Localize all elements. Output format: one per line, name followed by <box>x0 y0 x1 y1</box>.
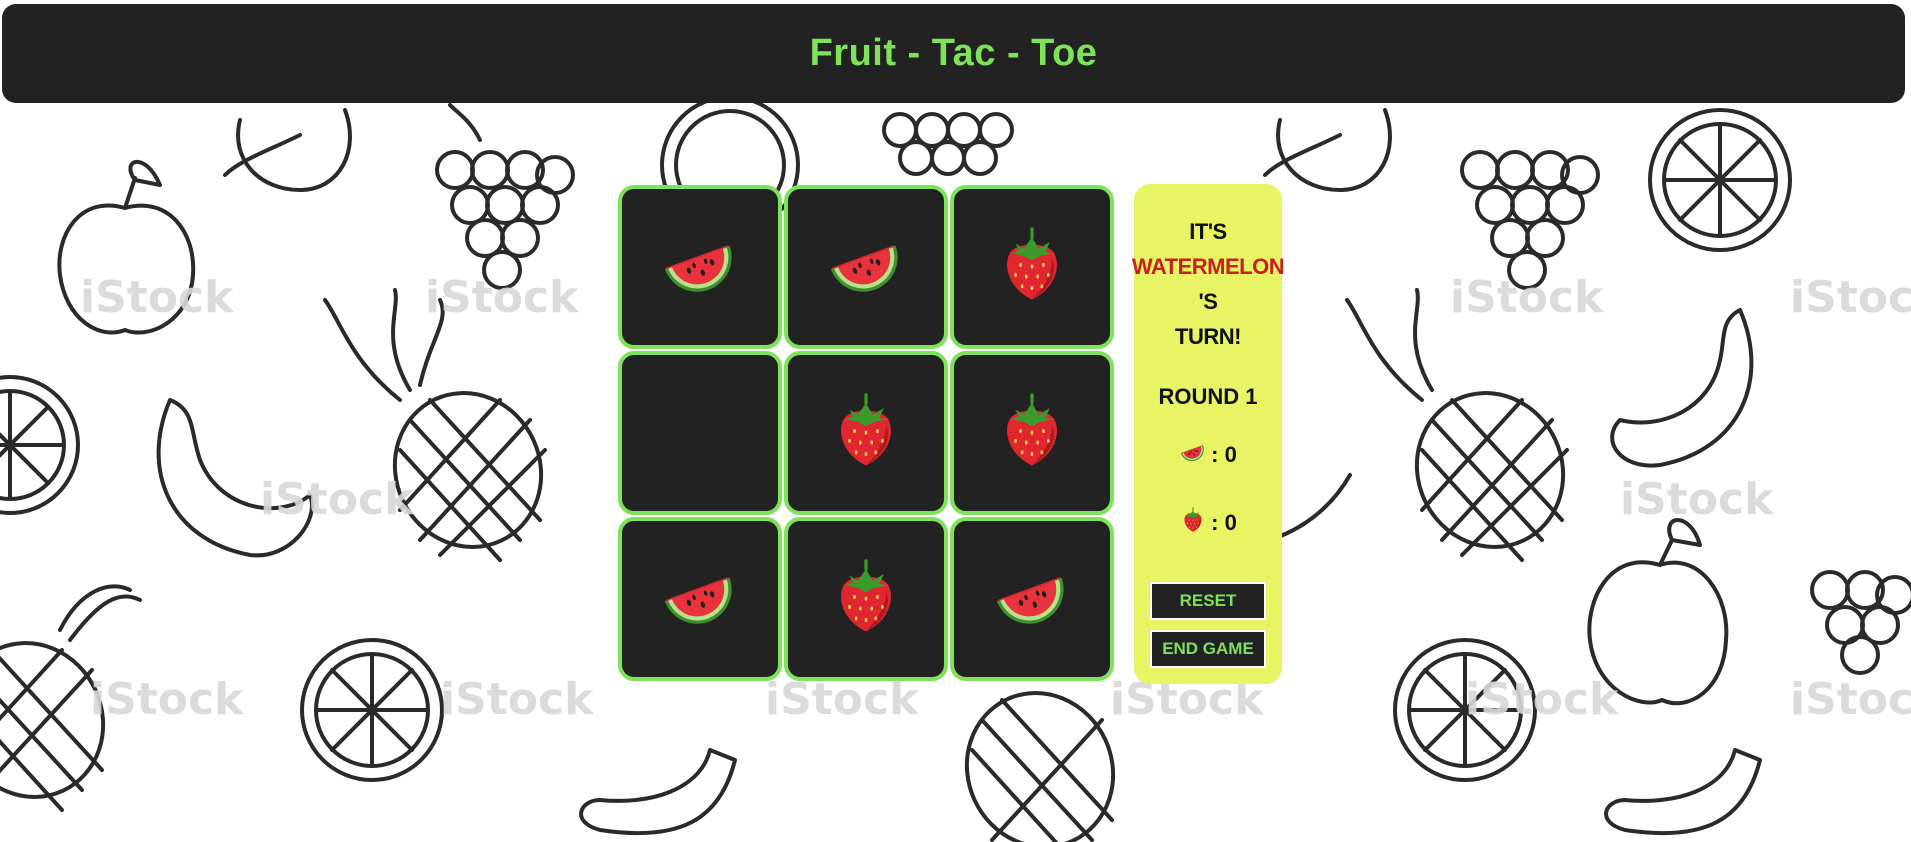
reset-button[interactable]: RESET <box>1150 582 1266 620</box>
turn-player-line: WATERMELON 'S <box>1131 249 1285 319</box>
svg-text:iStock: iStock <box>1450 272 1605 323</box>
orange-doodle <box>0 375 80 515</box>
svg-text:iStock: iStock <box>1620 474 1775 525</box>
watermelon-icon <box>1179 438 1207 472</box>
board-cell[interactable] <box>784 185 948 349</box>
pineapple-doodle <box>323 288 547 562</box>
turn-suffix: 'S <box>1198 289 1218 314</box>
watermelon-icon <box>659 224 741 311</box>
board-cell[interactable] <box>618 517 782 681</box>
svg-text:iStock: iStock <box>90 674 245 725</box>
peach-doodle <box>1263 108 1392 192</box>
strawberry-icon <box>825 556 907 643</box>
watermelon-icon <box>991 556 1073 643</box>
board-cell[interactable] <box>618 351 782 515</box>
score-watermelon: : 0 <box>1179 438 1237 472</box>
board-cell[interactable] <box>784 517 948 681</box>
pineapple-doodle <box>964 691 1116 842</box>
board-cell[interactable] <box>950 185 1114 349</box>
strawberry-icon <box>1179 506 1207 540</box>
round-label: ROUND 1 <box>1158 384 1258 409</box>
app-header: Fruit - Tac - Toe <box>2 4 1905 103</box>
orange-doodle <box>1648 108 1792 252</box>
pineapple-doodle <box>1345 288 1569 562</box>
grapes-doodle <box>1810 570 1911 675</box>
turn-prefix: IT'S <box>1189 219 1227 244</box>
svg-text:iStock: iStock <box>1790 272 1911 323</box>
page-title: Fruit - Tac - Toe <box>809 32 1098 74</box>
svg-text:iStock: iStock <box>440 674 595 725</box>
score-value: : 0 <box>1211 510 1237 535</box>
orange-doodle <box>300 638 444 782</box>
svg-text:iStock: iStock <box>260 474 415 525</box>
svg-text:iStock: iStock <box>425 272 580 323</box>
game-board <box>618 185 1114 682</box>
board-cell[interactable] <box>950 351 1114 515</box>
peach-doodle <box>223 108 352 192</box>
board-cell[interactable] <box>950 517 1114 681</box>
turn-indicator: IT'S WATERMELON 'S TURN! <box>1131 214 1285 354</box>
score-strawberry: : 0 <box>1179 506 1237 540</box>
score-value: : 0 <box>1211 442 1237 467</box>
svg-text:iStock: iStock <box>1465 674 1620 725</box>
banana-doodle <box>1268 473 1352 542</box>
svg-text:iStock: iStock <box>80 272 235 323</box>
board-cell[interactable] <box>784 351 948 515</box>
strawberry-icon <box>825 390 907 477</box>
strawberry-icon <box>991 224 1073 311</box>
grapes-doodle <box>435 103 575 290</box>
current-player: WATERMELON <box>1131 254 1285 279</box>
grapes-doodle <box>882 112 1014 176</box>
banana-doodle <box>579 748 737 836</box>
game-status-panel: IT'S WATERMELON 'S TURN! ROUND 1 : 0 : 0… <box>1131 184 1285 684</box>
banana-doodle <box>1610 308 1754 468</box>
board-cell[interactable] <box>618 185 782 349</box>
strawberry-icon <box>991 390 1073 477</box>
watermelon-icon <box>659 556 741 643</box>
end-game-button[interactable]: END GAME <box>1150 630 1266 668</box>
svg-text:iStock: iStock <box>1790 674 1911 725</box>
banana-doodle <box>1604 748 1762 836</box>
grapes-doodle <box>1460 150 1600 290</box>
turn-end: TURN! <box>1175 324 1241 349</box>
watermelon-icon <box>825 224 907 311</box>
